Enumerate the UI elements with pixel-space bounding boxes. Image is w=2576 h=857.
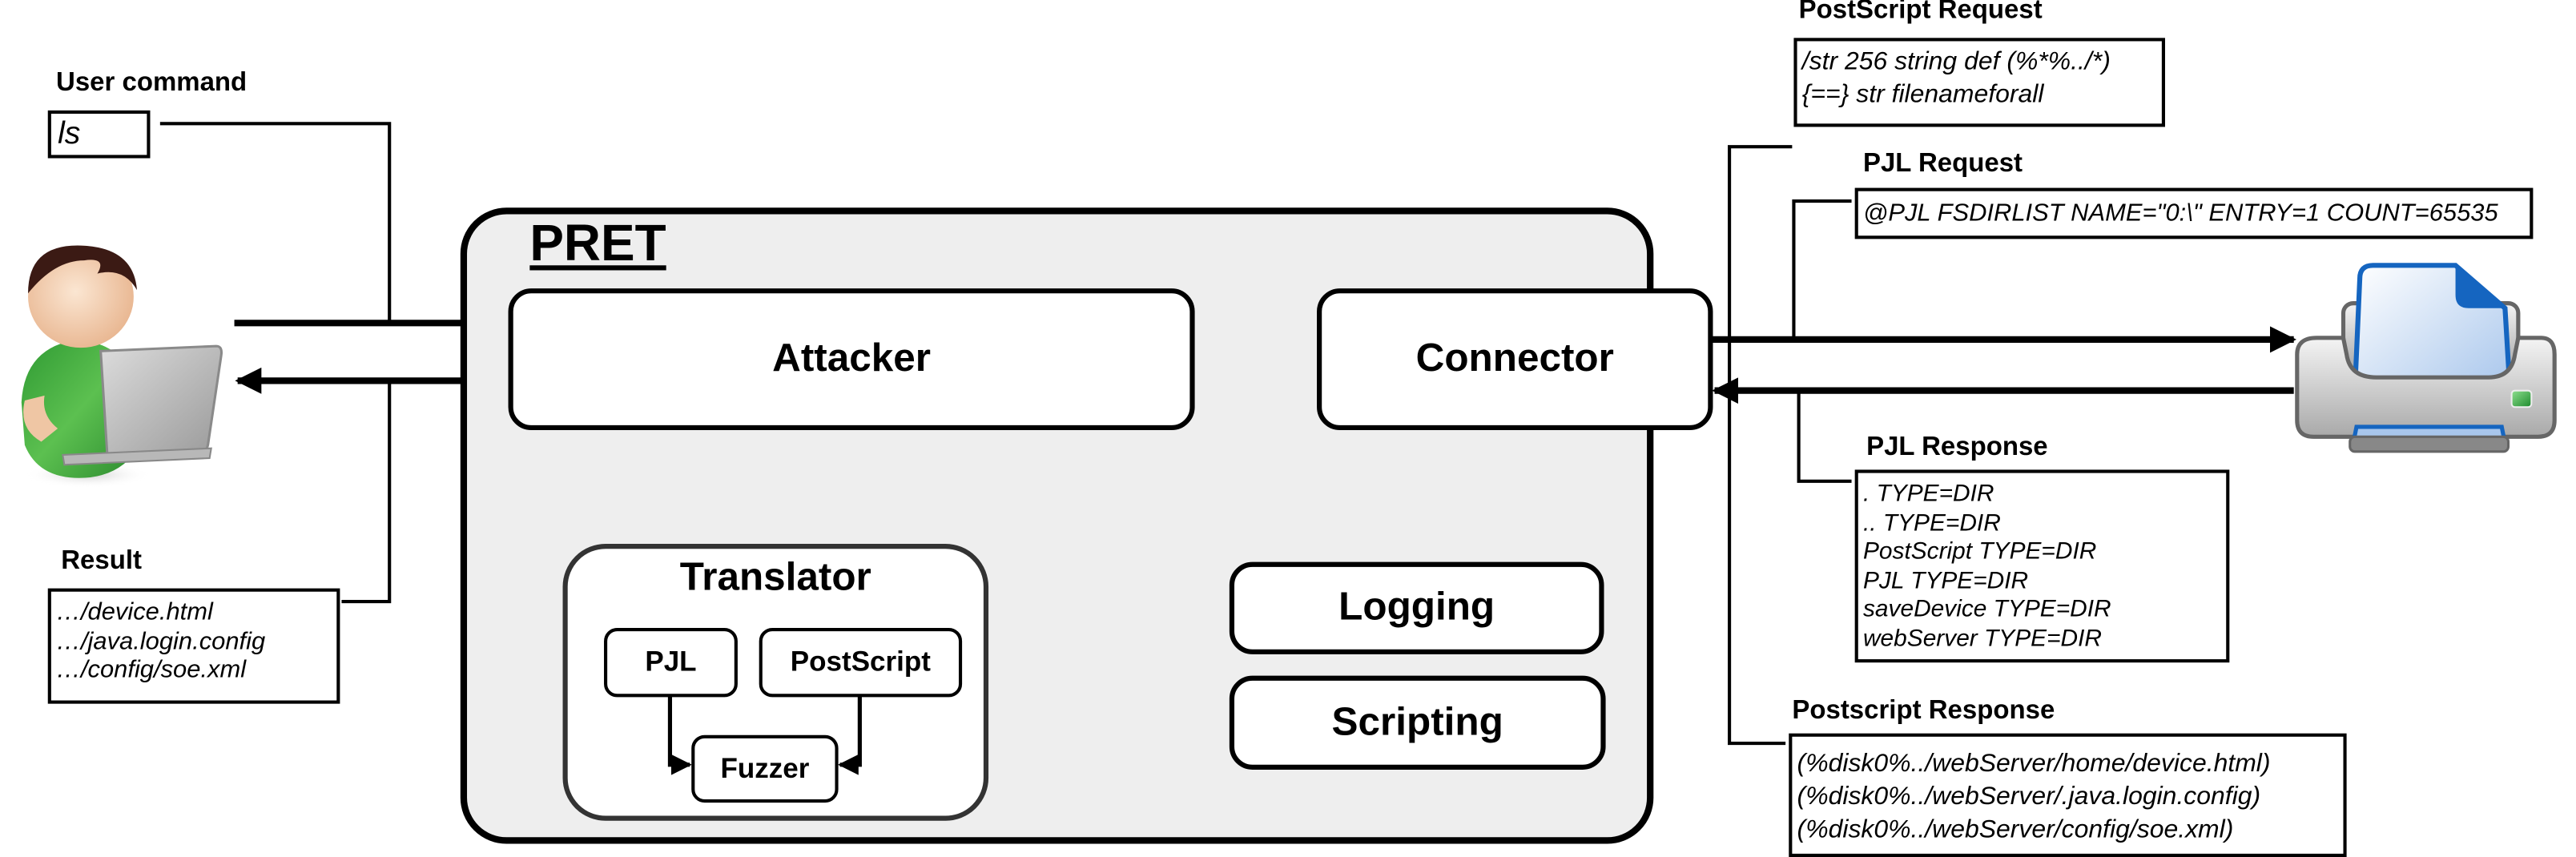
postscript-response-label: Postscript Response: [1792, 697, 2055, 726]
pjl-response-label: PJL Response: [1866, 433, 2048, 462]
pjl-request-label: PJL Request: [1862, 150, 2023, 179]
postscript-request-box: /str 256 string def (%*%../*) {==} str f…: [1793, 38, 2165, 127]
logging-node: Logging: [1229, 561, 1604, 654]
postscript-response-box: (%disk0%../webServer/home/device.html) (…: [1789, 733, 2347, 857]
pjl-node: PJL: [604, 627, 738, 698]
pjl-request-line: @PJL FSDIRLIST NAME="0:\" ENTRY=1 COUNT=…: [1862, 199, 2498, 227]
arrow-pjl-to-fuzzer: [667, 692, 692, 775]
postscript-node: PostScript: [759, 627, 963, 698]
pjl-response-line: PostScript TYPE=DIR: [1862, 538, 2097, 565]
scripting-node: Scripting: [1229, 675, 1606, 770]
postscript-response-line: (%disk0%../webServer/config/soe.xml): [1797, 815, 2234, 844]
postscript-request-line: {==} str filenameforall: [1801, 80, 2044, 109]
postscript-request-line: /str 256 string def (%*%../*): [1801, 47, 2111, 76]
postscript-request-label: PostScript Request: [1798, 0, 2043, 25]
pjl-response-box: . TYPE=DIR .. TYPE=DIR PostScript TYPE=D…: [1854, 469, 2230, 663]
pjl-response-line: saveDevice TYPE=DIR: [1862, 596, 2111, 623]
pjl-response-line: .. TYPE=DIR: [1862, 509, 2001, 537]
pjl-response-line: PJL TYPE=DIR: [1862, 567, 2029, 594]
postscript-response-line: (%disk0%../webServer/home/device.html): [1797, 750, 2271, 779]
pret-architecture-diagram: User command ls Result …/device.html …/j…: [0, 0, 2576, 857]
printer-icon: [2294, 259, 2558, 453]
pjl-response-line: . TYPE=DIR: [1862, 481, 1994, 508]
arrow-postscript-to-fuzzer: [838, 692, 862, 775]
postscript-response-line: (%disk0%../webServer/.java.login.config): [1797, 783, 2261, 811]
fuzzer-node: Fuzzer: [691, 734, 839, 803]
pjl-response-line: webServer TYPE=DIR: [1862, 625, 2102, 652]
pjl-request-box: @PJL FSDIRLIST NAME="0:\" ENTRY=1 COUNT=…: [1854, 187, 2534, 239]
